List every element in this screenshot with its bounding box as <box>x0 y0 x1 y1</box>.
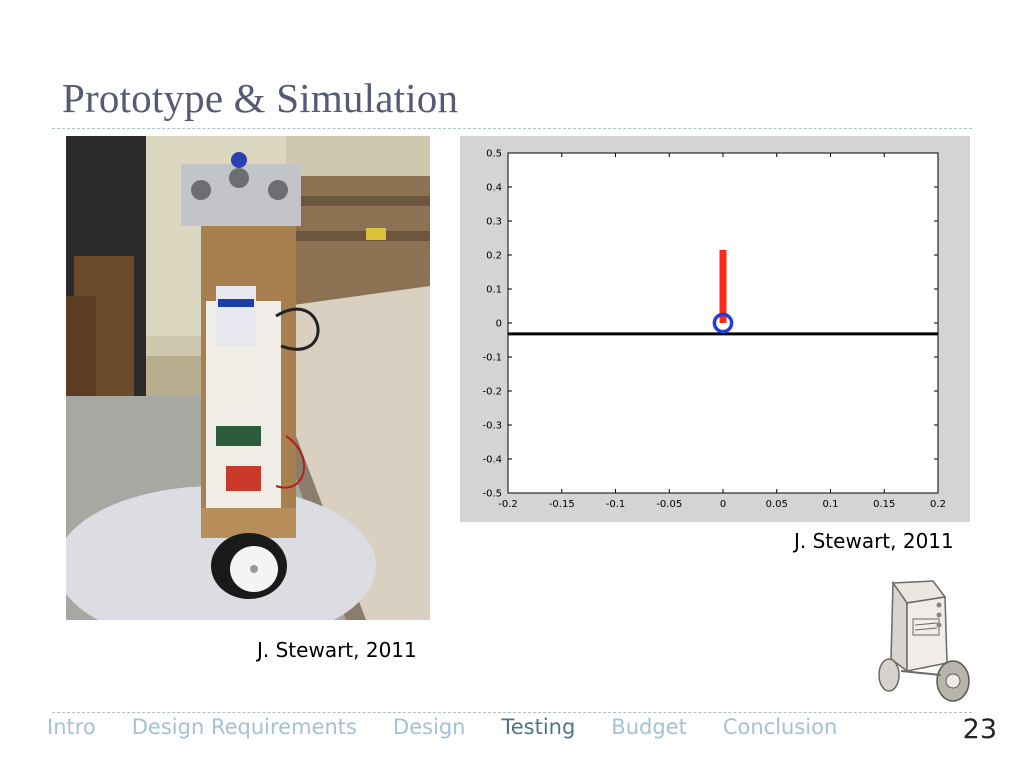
y-tick-label: 0.5 <box>486 149 502 160</box>
y-tick-label: -0.3 <box>482 421 502 432</box>
nav-item-design[interactable]: Design <box>393 715 466 743</box>
x-tick-label: 0.2 <box>930 499 946 510</box>
x-tick-label: 0.05 <box>766 499 788 510</box>
y-tick-label: 0.4 <box>486 183 502 194</box>
x-tick-label: 0.15 <box>873 499 895 510</box>
x-tick-label: -0.05 <box>656 499 682 510</box>
y-tick-label: 0.3 <box>486 217 502 228</box>
x-tick-label: -0.1 <box>606 499 626 510</box>
title-divider <box>52 128 972 129</box>
footer-divider <box>52 712 972 713</box>
x-tick-label: 0.1 <box>823 499 839 510</box>
section-nav: Intro Design Requirements Design Testing… <box>47 715 873 743</box>
y-tick-label: -0.5 <box>482 489 502 500</box>
photo-caption: J. Stewart, 2011 <box>257 638 417 662</box>
y-tick-label: -0.2 <box>482 387 502 398</box>
segway-robot-icon <box>878 580 970 702</box>
y-tick-label: -0.1 <box>482 353 502 364</box>
nav-item-budget[interactable]: Budget <box>611 715 687 743</box>
nav-item-conclusion[interactable]: Conclusion <box>723 715 837 743</box>
nav-item-intro[interactable]: Intro <box>47 715 96 743</box>
nav-item-testing[interactable]: Testing <box>501 715 575 743</box>
x-tick-label: 0 <box>720 499 726 510</box>
x-tick-label: -0.2 <box>498 499 518 510</box>
slide-title: Prototype & Simulation <box>62 75 459 121</box>
nav-item-design-requirements[interactable]: Design Requirements <box>132 715 357 743</box>
plot-caption: J. Stewart, 2011 <box>794 529 954 553</box>
y-tick-label: 0.2 <box>486 251 502 262</box>
prototype-photo <box>66 136 430 620</box>
y-tick-label: 0 <box>496 319 502 330</box>
simulation-plot: -0.2 -0.15 -0.1 -0.05 0 0.05 0.1 0.15 0.2 0.5 0.4… <box>460 136 970 522</box>
y-tick-label: -0.4 <box>482 455 502 466</box>
x-tick-label: -0.15 <box>549 499 575 510</box>
page-number: 23 <box>962 714 997 745</box>
y-tick-label: 0.1 <box>486 285 502 296</box>
